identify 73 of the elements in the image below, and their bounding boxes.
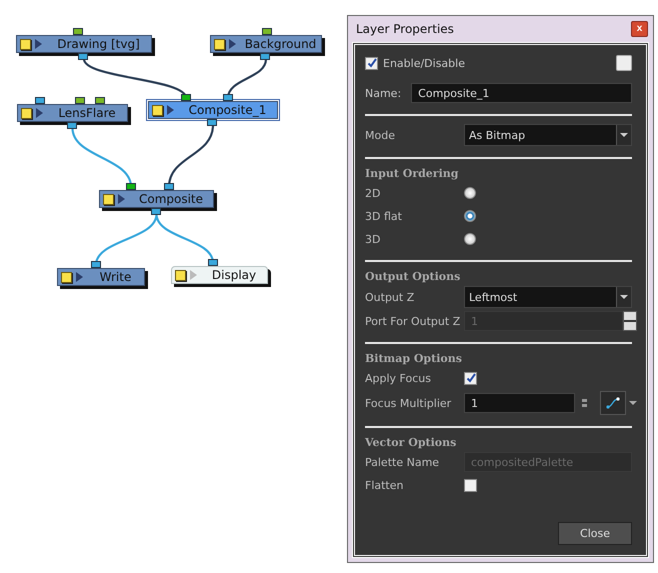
window-title: Layer Properties (356, 22, 454, 36)
radio-button[interactable] (464, 210, 476, 222)
checkbox-label: Enable/Disable (383, 56, 465, 70)
output-port[interactable] (150, 208, 160, 215)
input-port[interactable] (91, 261, 101, 268)
enable-square-icon[interactable] (152, 104, 163, 116)
node[interactable]: Display (171, 266, 268, 284)
input-port[interactable] (164, 183, 174, 190)
field-label: 3D (365, 232, 382, 246)
close-button[interactable]: Close (558, 522, 632, 545)
enable-square-icon[interactable] (214, 38, 225, 50)
checkbox[interactable] (464, 372, 477, 384)
section-heading: Input Ordering (365, 167, 460, 180)
enable-square-icon[interactable] (103, 194, 114, 204)
section-heading: Vector Options (365, 436, 458, 449)
enable-square-icon[interactable] (21, 108, 32, 118)
enable-square-icon[interactable] (175, 270, 186, 280)
section-heading: Bitmap Options (365, 352, 463, 365)
node-label: Composite_1 (188, 103, 268, 117)
input-port[interactable] (95, 97, 105, 104)
input-port[interactable] (262, 28, 272, 35)
checkbox[interactable] (365, 56, 378, 70)
radio-button[interactable] (464, 187, 476, 199)
enable-square-icon[interactable] (61, 272, 72, 282)
radio-button[interactable] (464, 233, 476, 245)
field-label: Apply Focus (365, 372, 432, 384)
node-label: Drawing [tvg] (56, 37, 141, 51)
up-down-icon[interactable] (582, 399, 587, 407)
node-label: Composite (138, 192, 204, 206)
dropdown[interactable]: As Bitmap (464, 124, 632, 146)
field-label: Name: (365, 86, 402, 100)
color-swatch[interactable] (616, 55, 632, 71)
section-heading: Output Options (365, 270, 462, 283)
node-label: Write (98, 270, 132, 284)
node-label: LensFlare (57, 106, 117, 120)
field-label: Palette Name (365, 456, 440, 468)
caret-icon[interactable] (629, 401, 637, 405)
close-button[interactable]: x (631, 21, 648, 37)
node[interactable]: Drawing [tvg] (16, 35, 152, 53)
field-label: 2D (365, 186, 382, 200)
node[interactable]: Composite (99, 190, 214, 208)
input-port[interactable] (35, 97, 45, 104)
dropdown[interactable]: Leftmost (464, 286, 632, 308)
input-port[interactable] (181, 94, 191, 101)
play-triangle-icon[interactable] (167, 105, 174, 115)
play-triangle-icon[interactable] (229, 39, 236, 49)
field-label: Output Z (365, 290, 416, 304)
node[interactable]: Composite_1 (148, 101, 278, 119)
node[interactable]: LensFlare (17, 104, 128, 122)
node-label: Background (244, 37, 318, 51)
field-label: 3D flat (365, 210, 403, 222)
field-label: Focus Multiplier (365, 396, 452, 410)
field-label: Port For Output Z (365, 314, 462, 328)
input-port[interactable] (126, 183, 136, 190)
play-triangle-icon[interactable] (76, 272, 83, 282)
play-triangle-icon[interactable] (35, 39, 42, 49)
field-label: Mode (365, 128, 396, 142)
input-port[interactable] (73, 28, 83, 35)
function-curve-button[interactable] (600, 391, 626, 415)
input-port[interactable] (208, 259, 218, 266)
spin-arrows-icon[interactable] (623, 311, 637, 331)
number-field[interactable]: 1 (464, 393, 575, 413)
field-label: Flatten (365, 478, 404, 492)
node[interactable]: Write (57, 268, 145, 286)
output-port[interactable] (66, 122, 76, 129)
input-port[interactable] (75, 97, 85, 104)
enable-square-icon[interactable] (20, 38, 31, 50)
name-field[interactable]: Composite_1 (411, 83, 632, 103)
curve-icon (606, 397, 620, 409)
node[interactable]: Background (210, 35, 322, 53)
input-port[interactable] (223, 94, 233, 101)
node-label: Display (210, 268, 258, 282)
checkbox[interactable] (464, 478, 477, 492)
